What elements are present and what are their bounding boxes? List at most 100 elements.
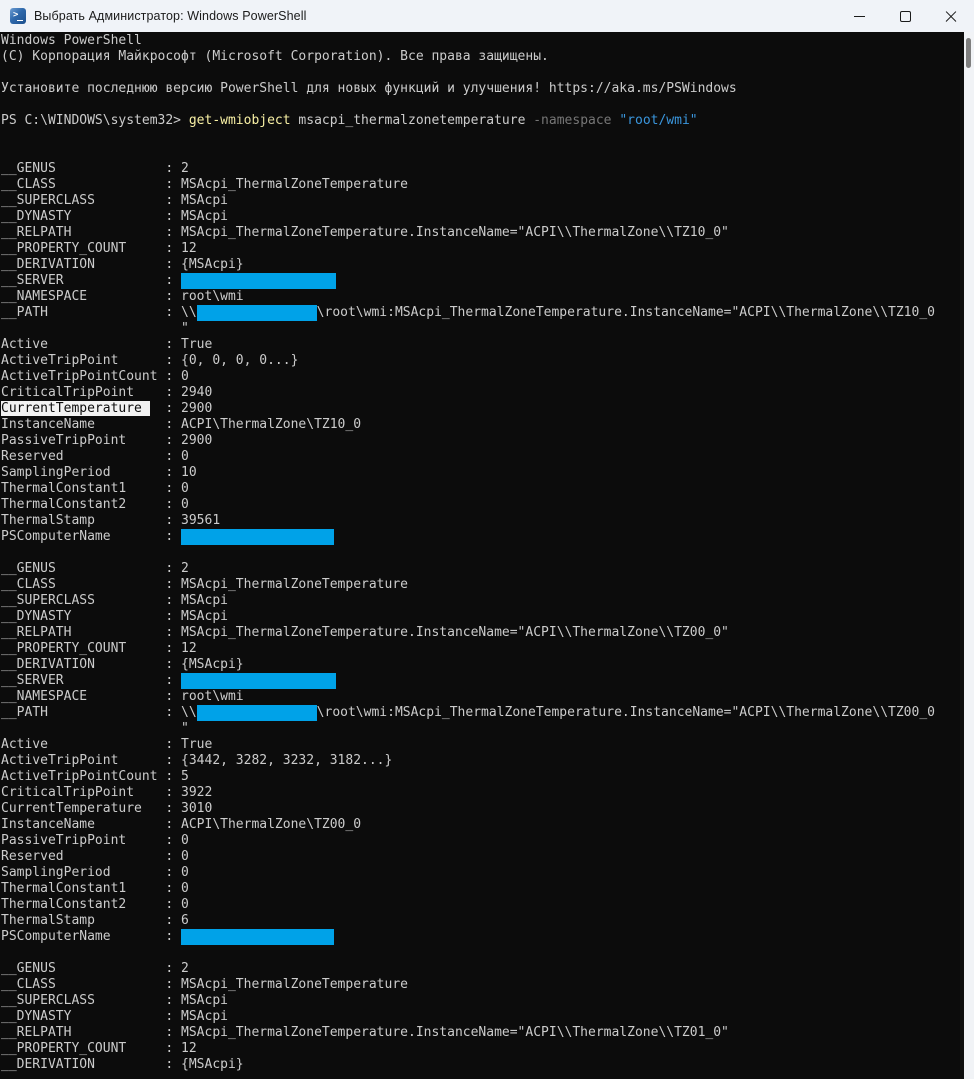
terminal-text: ActiveTripPoint : xyxy=(1,353,181,368)
terminal-text: __GENUS : xyxy=(1,561,181,576)
terminal-text: __CLASS : xyxy=(1,977,181,992)
terminal-line: __SUPERCLASS : MSAcpi xyxy=(1,193,964,209)
terminal-line: __PROPERTY_COUNT : 12 xyxy=(1,641,964,657)
close-button[interactable] xyxy=(928,0,974,32)
terminal-text: Active : xyxy=(1,337,181,352)
scrollbar[interactable] xyxy=(964,32,974,1079)
terminal-line: __DYNASTY : MSAcpi xyxy=(1,1009,964,1025)
maximize-button[interactable] xyxy=(882,0,928,32)
terminal-text: __SUPERCLASS : xyxy=(1,193,181,208)
terminal-text: ACPI\ThermalZone\TZ10_0 xyxy=(181,417,361,432)
terminal-text: " xyxy=(1,721,189,736)
terminal-line: ThermalConstant2 : 0 xyxy=(1,897,964,913)
terminal-text: 0 xyxy=(181,881,189,896)
scrollbar-thumb[interactable] xyxy=(966,38,971,68)
terminal-line: ThermalConstant1 : 0 xyxy=(1,881,964,897)
terminal-text: __CLASS : xyxy=(1,577,181,592)
terminal-text: __PROPERTY_COUNT : xyxy=(1,1041,181,1056)
terminal-text: Reserved : xyxy=(1,849,181,864)
terminal-text: __RELPATH : xyxy=(1,625,181,640)
terminal-text: True xyxy=(181,337,212,352)
terminal-output[interactable]: Windows PowerShell(C) Корпорация Майкрос… xyxy=(0,32,964,1079)
terminal-line: CurrentTemperature : 3010 xyxy=(1,801,964,817)
terminal-text: {3442, 3282, 3232, 3182...} xyxy=(181,753,392,768)
terminal-line: InstanceName : ACPI\ThermalZone\TZ00_0 xyxy=(1,817,964,833)
terminal-line: __SUPERCLASS : MSAcpi xyxy=(1,993,964,1009)
terminal-line xyxy=(1,945,964,961)
redaction-box xyxy=(181,673,336,689)
terminal-line: __CLASS : MSAcpi_ThermalZoneTemperature xyxy=(1,177,964,193)
terminal-text: 2 xyxy=(181,961,189,976)
terminal-line: PS C:\WINDOWS\system32> get-wmiobject ms… xyxy=(1,113,964,129)
terminal-text: MSAcpi xyxy=(181,1009,228,1024)
terminal-text: __SUPERCLASS : xyxy=(1,593,181,608)
terminal-text: PSComputerName : xyxy=(1,529,181,544)
terminal-text: __DYNASTY : xyxy=(1,1009,181,1024)
terminal-line: PassiveTripPoint : 2900 xyxy=(1,433,964,449)
terminal-text: True xyxy=(181,737,212,752)
terminal-text: CurrentTemperature : xyxy=(1,801,181,816)
terminal-line xyxy=(1,97,964,113)
terminal-text: {0, 0, 0, 0...} xyxy=(181,353,298,368)
terminal-line: ActiveTripPointCount : 5 xyxy=(1,769,964,785)
terminal-line: __DYNASTY : MSAcpi xyxy=(1,209,964,225)
terminal-line: __SUPERCLASS : MSAcpi xyxy=(1,593,964,609)
terminal-line: __RELPATH : MSAcpi_ThermalZoneTemperatur… xyxy=(1,225,964,241)
terminal-text: 3922 xyxy=(181,785,212,800)
redaction-box xyxy=(197,705,317,721)
terminal-text: \root\wmi:MSAcpi_ThermalZoneTemperature.… xyxy=(317,705,935,720)
terminal-line: ThermalStamp : 6 xyxy=(1,913,964,929)
minimize-button[interactable] xyxy=(836,0,882,32)
terminal-line: __RELPATH : MSAcpi_ThermalZoneTemperatur… xyxy=(1,625,964,641)
terminal-line: ActiveTripPoint : {3442, 3282, 3232, 318… xyxy=(1,753,964,769)
terminal-line: ActiveTripPoint : {0, 0, 0, 0...} xyxy=(1,353,964,369)
terminal-text: Reserved : xyxy=(1,449,181,464)
terminal-text: InstanceName : xyxy=(1,417,181,432)
terminal-line: CriticalTripPoint : 2940 xyxy=(1,385,964,401)
terminal-text: msacpi_thermalzonetemperature xyxy=(291,113,534,128)
terminal-text: 2 xyxy=(181,161,189,176)
terminal-text: 10 xyxy=(181,465,197,480)
terminal-line: SamplingPeriod : 0 xyxy=(1,865,964,881)
terminal-text: __GENUS : xyxy=(1,161,181,176)
terminal-line xyxy=(1,65,964,81)
terminal-text: MSAcpi_ThermalZoneTemperature.InstanceNa… xyxy=(181,625,729,640)
terminal-line: __DERIVATION : {MSAcpi} xyxy=(1,657,964,673)
terminal-line: PSComputerName : xyxy=(1,529,964,545)
redaction-box xyxy=(181,929,334,945)
terminal-line: PassiveTripPoint : 0 xyxy=(1,833,964,849)
terminal-line: __GENUS : 2 xyxy=(1,961,964,977)
terminal-text: 12 xyxy=(181,641,197,656)
terminal-text: MSAcpi xyxy=(181,609,228,624)
terminal-line: Active : True xyxy=(1,337,964,353)
terminal-text: ActiveTripPointCount : xyxy=(1,369,181,384)
terminal-text: __DYNASTY : xyxy=(1,609,181,624)
terminal-text: 39561 xyxy=(181,513,220,528)
terminal-text: 12 xyxy=(181,241,197,256)
terminal-text: __SERVER : xyxy=(1,673,181,688)
terminal-text: CriticalTripPoint : xyxy=(1,785,181,800)
terminal-line: Reserved : 0 xyxy=(1,849,964,865)
terminal-text: SamplingPeriod : xyxy=(1,865,181,880)
terminal-text: ThermalConstant2 : xyxy=(1,897,181,912)
terminal-text: __CLASS : xyxy=(1,177,181,192)
terminal-text: ThermalConstant1 : xyxy=(1,881,181,896)
terminal-line xyxy=(1,545,964,561)
terminal-text: \\ xyxy=(181,305,197,320)
syntax-string: "root/wmi" xyxy=(619,113,697,128)
terminal-line: ActiveTripPointCount : 0 xyxy=(1,369,964,385)
terminal-text: __SERVER : xyxy=(1,273,181,288)
terminal-text: __PATH : xyxy=(1,705,181,720)
terminal-text: 5 xyxy=(181,769,189,784)
terminal-text: 0 xyxy=(181,369,189,384)
terminal-text: 12 xyxy=(181,1041,197,1056)
terminal-line: (C) Корпорация Майкрософт (Microsoft Cor… xyxy=(1,49,964,65)
terminal-text: __DERIVATION : xyxy=(1,657,181,672)
terminal-text: PassiveTripPoint : xyxy=(1,833,181,848)
terminal-text: PS C:\WINDOWS\system32> xyxy=(1,113,189,128)
terminal-text: __NAMESPACE : xyxy=(1,289,181,304)
terminal-line: __DERIVATION : {MSAcpi} xyxy=(1,257,964,273)
close-icon xyxy=(945,10,957,22)
terminal-text: Active : xyxy=(1,737,181,752)
terminal-text: \\ xyxy=(181,705,197,720)
